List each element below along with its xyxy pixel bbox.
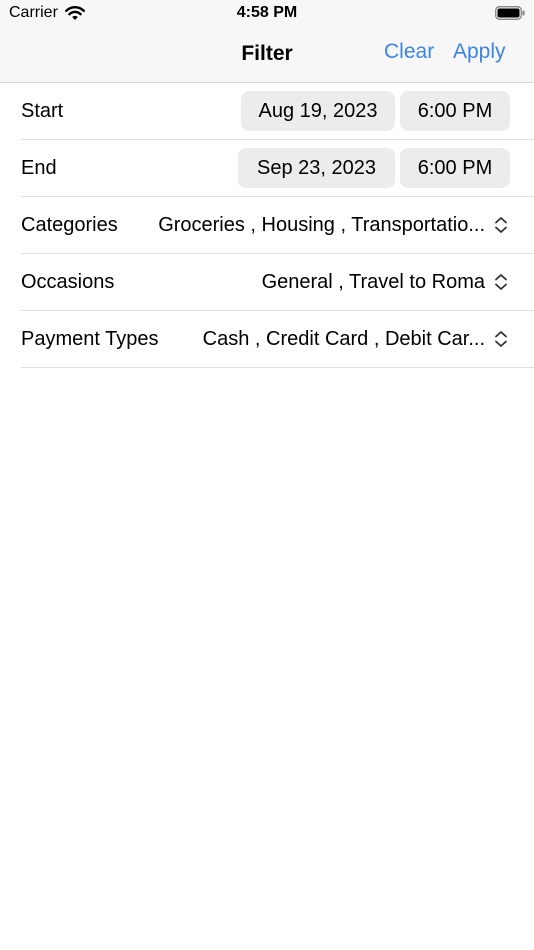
status-time: 4:58 PM — [236, 4, 298, 21]
battery-icon — [495, 6, 525, 20]
start-date-picker[interactable]: Aug 19, 2023 — [241, 91, 395, 131]
clear-button[interactable]: Clear — [384, 40, 434, 64]
end-date-picker[interactable]: Sep 23, 2023 — [238, 148, 395, 188]
navigation-bar: Filter Clear Apply — [0, 28, 534, 83]
payment-types-row: Payment Types Cash , Credit Card , Debit… — [21, 311, 534, 368]
start-row: Start Aug 19, 2023 6:00 PM — [21, 83, 534, 140]
status-bar: Carrier 4:58 PM — [0, 0, 534, 28]
occasions-row: Occasions General , Travel to Roma — [21, 254, 534, 311]
filter-form: Start Aug 19, 2023 6:00 PM End Sep 23, 2… — [0, 83, 534, 368]
start-time-picker[interactable]: 6:00 PM — [400, 91, 510, 131]
end-time-picker[interactable]: 6:00 PM — [400, 148, 510, 188]
apply-button[interactable]: Apply — [453, 40, 506, 64]
payment-types-picker[interactable] — [21, 311, 534, 367]
end-label: End — [21, 156, 57, 179]
categories-row: Categories Groceries , Housing , Transpo… — [21, 197, 534, 254]
categories-picker[interactable] — [21, 197, 534, 253]
end-row: End Sep 23, 2023 6:00 PM — [21, 140, 534, 197]
occasions-picker[interactable] — [21, 254, 534, 310]
start-label: Start — [21, 99, 64, 122]
